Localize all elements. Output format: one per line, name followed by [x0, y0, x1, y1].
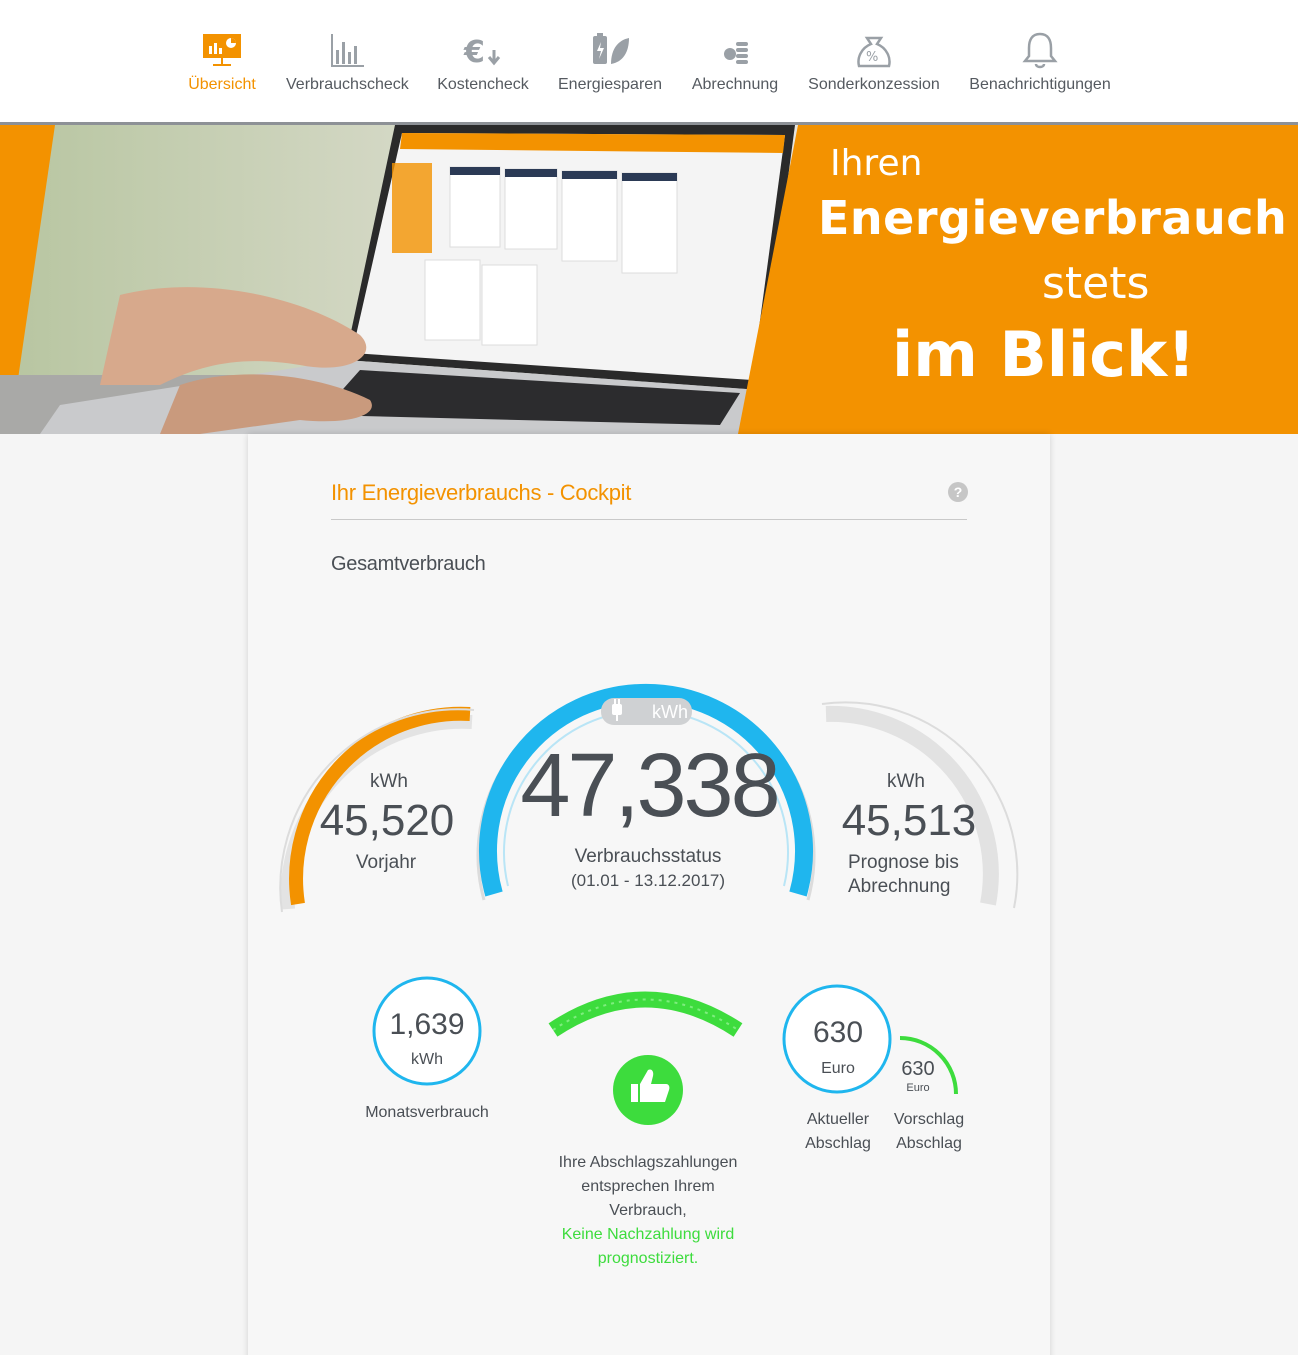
forecast-value: 45,513 [841, 796, 977, 845]
suggested-payment-value: 630 [901, 1058, 935, 1080]
hero-line-2: Energieverbrauch [818, 191, 1288, 245]
presentation-chart-icon [203, 34, 241, 66]
status-text-line1: Ihre Abschlagszahlungen [558, 1154, 738, 1171]
status-text-line2: entsprechen Ihrem [581, 1178, 715, 1195]
consumption-period: (01.01 - 13.12.2017) [570, 871, 726, 890]
previous-year-label: Vorjahr [355, 852, 417, 873]
svg-text:%: % [866, 50, 878, 65]
nav-item-uebersicht[interactable]: Übersicht [186, 28, 258, 108]
cockpit-card: Ihr Energieverbrauchs - Cockpit ? Gesamt… [248, 434, 1050, 1355]
hero-line-1: Ihren [830, 143, 923, 184]
nav-item-kostencheck[interactable]: € Kostencheck [436, 28, 530, 108]
monthly-unit: kWh [411, 1051, 443, 1068]
previous-year-unit: kWh [370, 771, 408, 792]
suggested-payment-label-line1: Vorschlag [893, 1111, 965, 1128]
status-text-line3: Verbrauch, [609, 1202, 687, 1219]
monthly-value: 1,639 [389, 1008, 465, 1041]
nav-label: Verbrauchscheck [286, 76, 409, 93]
current-payment-label-line2: Abschlag [805, 1135, 871, 1152]
center-unit: kWh [652, 702, 688, 722]
nav-label: Abrechnung [691, 76, 779, 93]
bar-chart-icon [331, 34, 364, 67]
suggested-payment-unit: Euro [906, 1082, 930, 1094]
consumption-status-value: 47,338 [520, 736, 780, 836]
nav-item-abrechnung[interactable]: Abrechnung [690, 28, 780, 108]
nav-item-sonderkonzession[interactable]: % Sonderkonzession [808, 28, 940, 108]
coins-icon [724, 42, 748, 64]
current-payment-unit: Euro [821, 1060, 855, 1077]
percent-bag-icon: % [857, 36, 891, 68]
hero-line-4: im Blick! [892, 318, 1196, 391]
forecast-unit: kWh [887, 771, 925, 792]
nav-label: Kostencheck [437, 76, 529, 93]
status-text-line4: Keine Nachzahlung wird [561, 1226, 735, 1243]
euro-down-icon: € [463, 35, 501, 70]
forecast-label-line1: Prognose bis [848, 852, 959, 873]
hero-banner: Ihren Energieverbrauch stets im Blick! [0, 125, 1298, 434]
nav-item-energiesparen[interactable]: Energiesparen [558, 28, 662, 108]
top-navigation: Übersicht Verbrauchscheck € Kostencheck … [0, 0, 1298, 122]
suggested-payment-label-line2: Abschlag [896, 1135, 962, 1152]
svg-text:€: € [463, 35, 485, 70]
current-payment-label-line1: Aktueller [806, 1111, 870, 1128]
nav-label: Energiesparen [558, 76, 663, 93]
status-text-line5: prognostiziert. [597, 1250, 699, 1267]
nav-label: Benachrichtigungen [969, 76, 1111, 93]
consumption-status-label: Verbrauchsstatus [574, 846, 722, 867]
nav-item-verbrauchscheck[interactable]: Verbrauchscheck [286, 28, 409, 108]
hero-line-3: stets [1042, 258, 1150, 309]
status-arc [548, 991, 743, 1037]
previous-year-value: 45,520 [319, 796, 455, 845]
gauge-area: kWh 45,520 Vorjahr kWh 47,338 Verbrauchs… [248, 434, 1050, 1355]
forecast-label-line2: Abrechnung [848, 876, 951, 897]
battery-leaf-icon [593, 33, 629, 64]
nav-item-benachrichtigungen[interactable]: Benachrichtigungen [968, 28, 1112, 108]
current-payment-value: 630 [812, 1016, 864, 1049]
bell-icon [1022, 32, 1058, 69]
nav-label: Sonderkonzession [808, 76, 940, 93]
monthly-label: Monatsverbrauch [365, 1104, 489, 1121]
nav-label: Übersicht [188, 76, 256, 93]
